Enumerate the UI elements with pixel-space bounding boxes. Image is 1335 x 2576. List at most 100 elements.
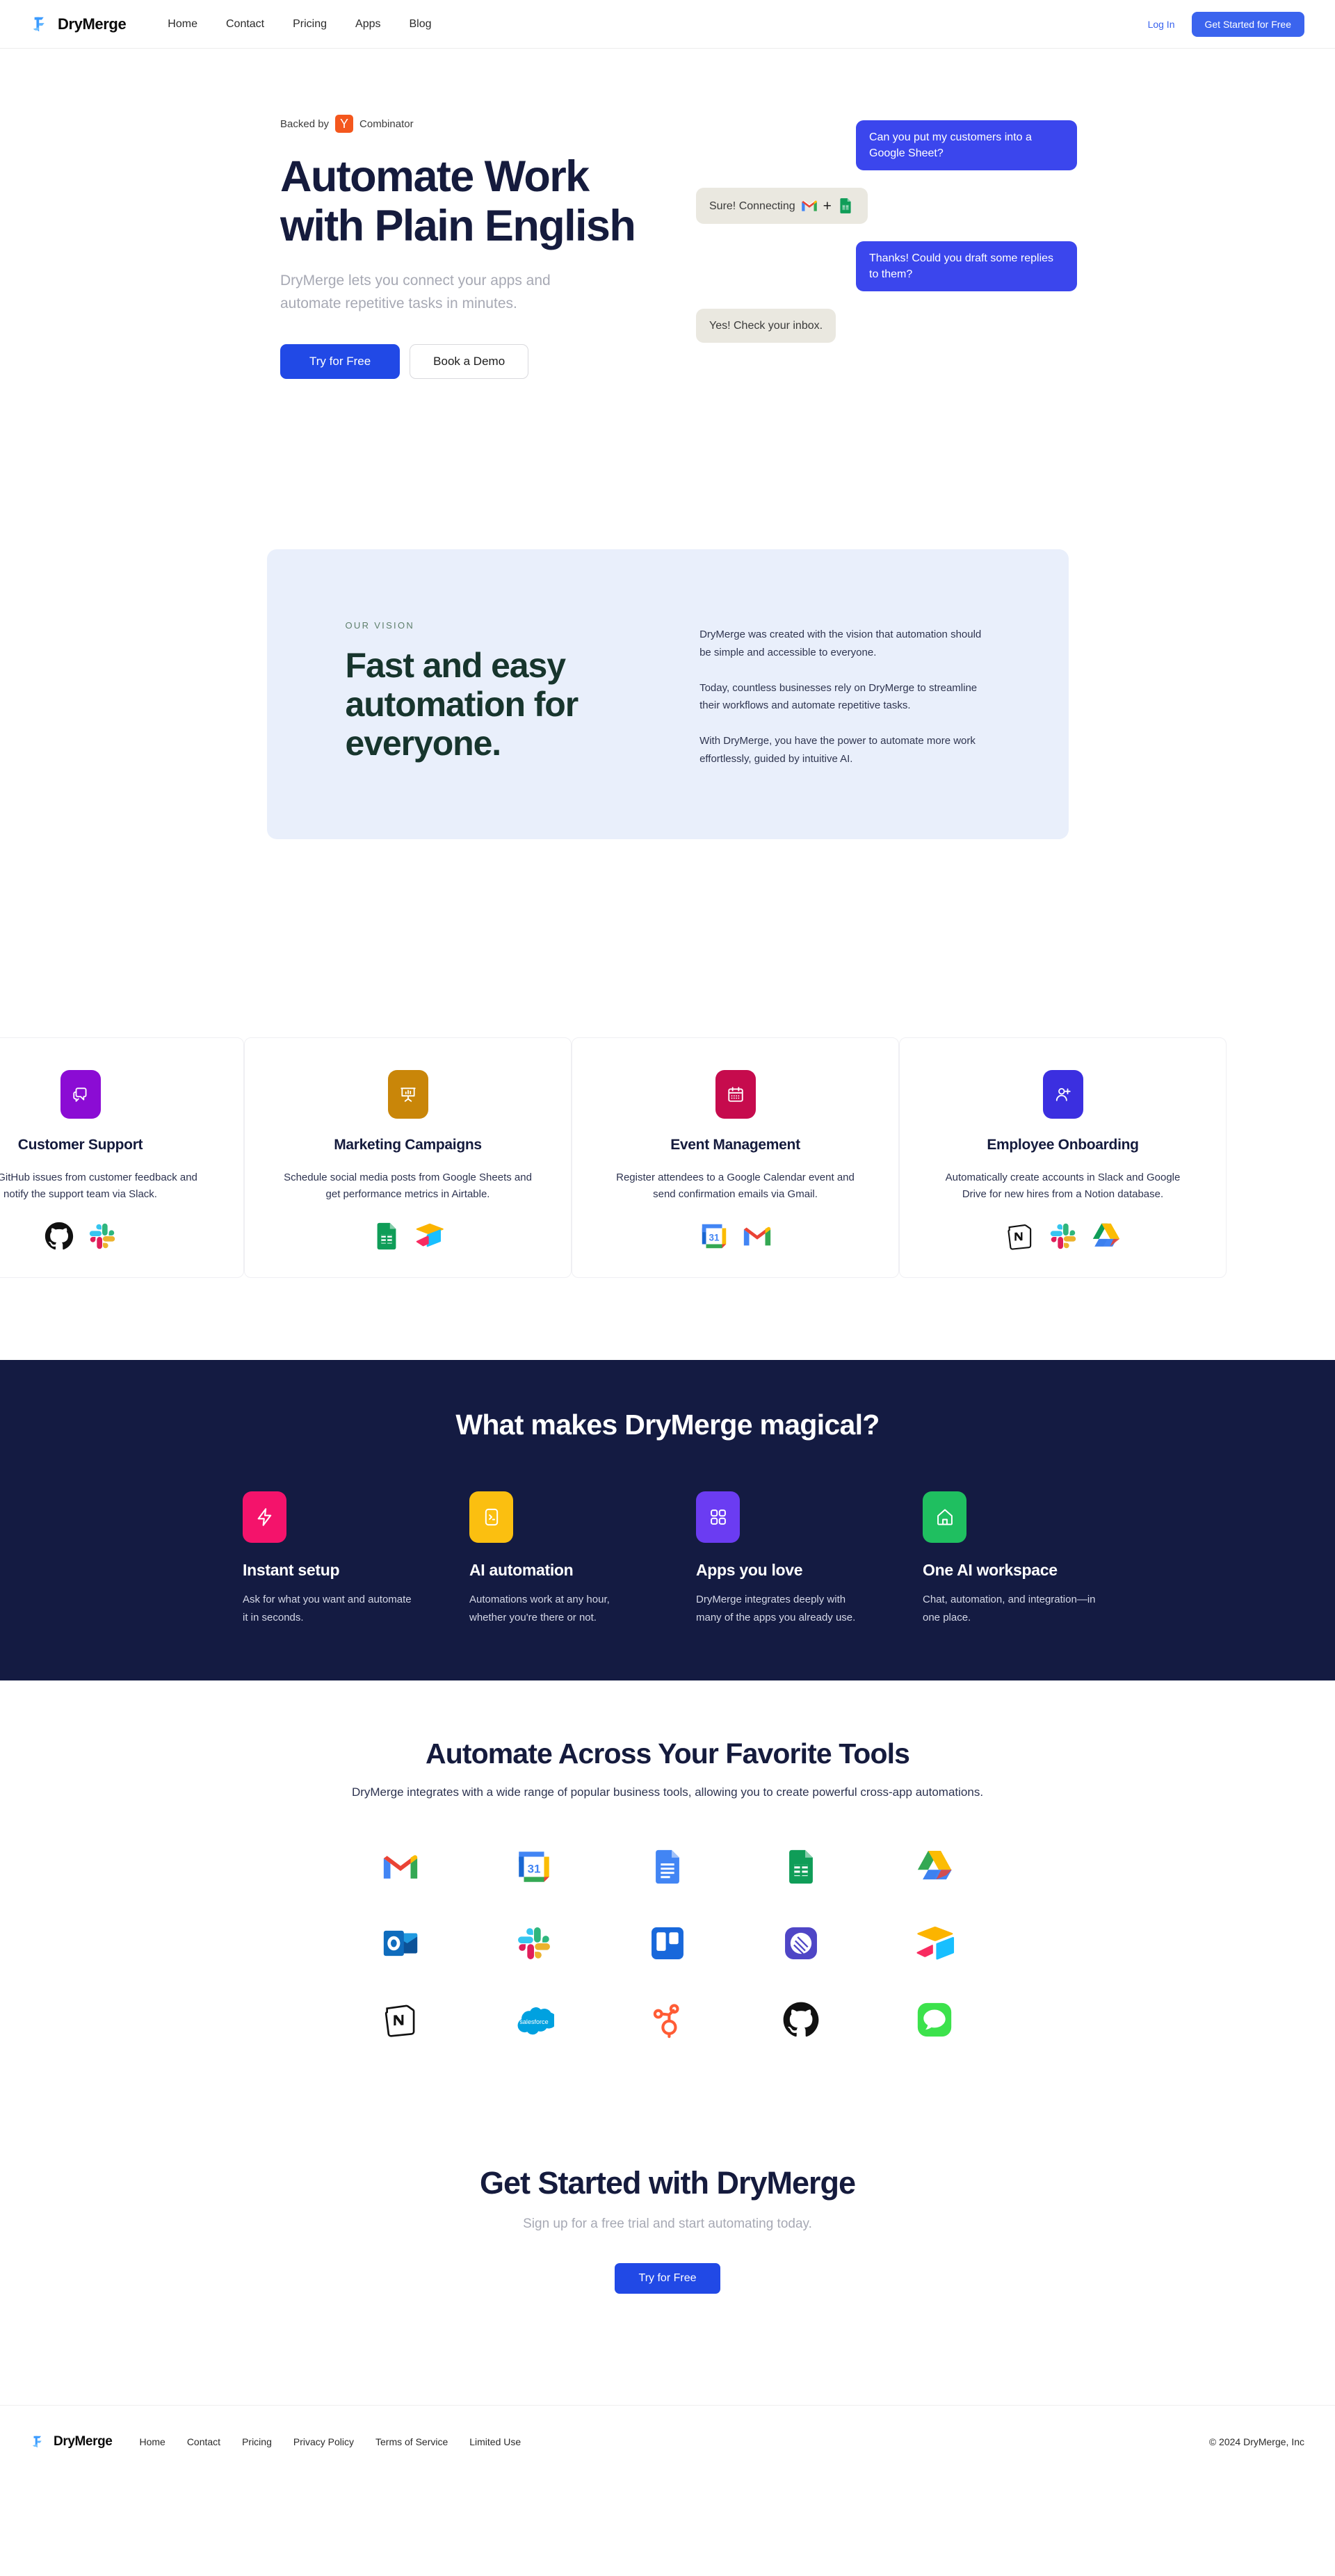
google-drive-icon [1090,1220,1122,1252]
footer-link-limited-use[interactable]: Limited Use [469,2436,521,2447]
book-a-demo-button[interactable]: Book a Demo [410,344,529,380]
google-sheets-icon [371,1220,403,1252]
hero-section: Backed by Y Combinator Automate Work wit… [0,49,1335,549]
main-nav: Home Contact Pricing Apps Blog [168,18,431,31]
site-footer: DryMerge Home Contact Pricing Privacy Po… [0,2404,1335,2479]
feature-desc: Automations work at any hour, whether yo… [469,1593,610,1623]
slack-icon[interactable] [514,1923,554,1963]
feature-name: Instant setup [243,1560,340,1579]
vision-paragraph: DryMerge was created with the vision tha… [699,629,982,658]
salesforce-icon[interactable]: salesforce [514,2000,554,2040]
footer-link-home[interactable]: Home [139,2436,165,2447]
terminal-icon [469,1491,513,1543]
features-grid: Instant setup Ask for what you want and … [212,1491,1123,1627]
gmail-icon[interactable] [380,1847,421,1887]
feature-item-apps-you-love: Apps you love DryMerge integrates deeply… [696,1491,896,1627]
use-case-logos [1004,1220,1122,1252]
google-sheets-icon[interactable] [781,1847,821,1887]
vision-paragraph: With DryMerge, you have the power to aut… [699,735,976,765]
brand-logo-link[interactable]: DryMerge [31,14,127,35]
use-case-card[interactable]: Marketing Campaigns Schedule social medi… [244,1037,572,1278]
vision-kicker: OUR VISION [345,620,415,631]
use-case-card[interactable]: Employee Onboarding Automatically create… [899,1037,1227,1278]
use-case-desc: Create GitHub issues from customer feedb… [0,1171,197,1201]
integrations-subtitle: DryMerge integrates with a wide range of… [351,1785,984,1799]
footer-link-contact[interactable]: Contact [187,2436,220,2447]
nav-item-apps[interactable]: Apps [355,18,380,31]
site-header: DryMerge Home Contact Pricing Apps Blog … [0,0,1335,49]
google-drive-icon[interactable] [914,1847,955,1887]
vision-card: OUR VISION Fast and easy automation for … [266,549,1069,839]
add-user-icon [1042,1069,1083,1119]
hero-copy: Backed by Y Combinator Automate Work wit… [280,115,670,549]
airtable-icon[interactable] [914,1923,955,1963]
github-icon[interactable] [781,2000,821,2040]
chat-bubble-text: Sure! Connecting [709,200,795,212]
use-case-card[interactable]: Event Management Register attendees to a… [572,1037,899,1278]
footer-nav: Home Contact Pricing Privacy Policy Term… [139,2436,521,2447]
use-case-title: Event Management [670,1136,800,1153]
try-for-free-button[interactable]: Try for Free [280,344,400,380]
lightning-bolt-icon [243,1491,286,1543]
feature-item-ai-automation: AI automation Automations work at any ho… [469,1491,670,1627]
slack-icon [86,1220,118,1252]
chat-bubble-assistant: Sure! Connecting + [696,188,868,225]
magical-title: What makes DryMerge magical? [455,1408,880,1441]
trello-icon[interactable] [647,1923,688,1963]
footer-link-privacy-policy[interactable]: Privacy Policy [293,2436,354,2447]
notion-icon [1004,1220,1036,1252]
use-case-card[interactable]: Customer Support Create GitHub issues fr… [0,1037,244,1278]
feature-item-instant-setup: Instant setup Ask for what you want and … [243,1491,443,1627]
svg-text:31: 31 [528,1862,541,1875]
cta-try-for-free-button[interactable]: Try for Free [614,2262,721,2294]
login-link[interactable]: Log In [1148,19,1175,30]
cta-title: Get Started with DryMerge [479,2164,856,2201]
github-icon [43,1220,75,1252]
feature-name: AI automation [469,1560,574,1579]
hero-chat-demo: Can you put my customers into a Google S… [696,115,1085,549]
use-case-logos [371,1220,446,1252]
nav-item-blog[interactable]: Blog [410,18,432,31]
nav-item-pricing[interactable]: Pricing [293,18,327,31]
linear-icon[interactable] [781,1923,821,1963]
backed-by-suffix: Combinator [359,118,414,130]
cta-subtitle: Sign up for a free trial and start autom… [523,2216,812,2231]
imessage-icon[interactable] [914,2000,955,2040]
calendar-icon [715,1069,756,1119]
cta-section: Get Started with DryMerge Sign up for a … [0,2165,1335,2294]
feature-desc: DryMerge integrates deeply with many of … [696,1593,856,1623]
home-icon [923,1491,966,1543]
ycombinator-icon: Y [335,115,354,133]
chat-row: Sure! Connecting + [696,188,1085,225]
nav-item-contact[interactable]: Contact [226,18,264,31]
nav-item-home[interactable]: Home [168,18,197,31]
use-case-logos: 31 [698,1220,773,1252]
use-case-title: Customer Support [17,1136,143,1153]
use-cases-carousel[interactable]: Customer Support Create GitHub issues fr… [0,1037,1335,1281]
hero-actions: Try for Free Book a Demo [280,344,670,380]
notion-icon[interactable] [380,2000,421,2040]
integrations-grid: 31 salesforce [334,1847,1001,2040]
header-actions: Log In Get Started for Free [1148,11,1304,37]
copyright-text: © 2024 DryMerge, Inc [1208,2436,1304,2448]
airtable-icon [414,1220,446,1252]
google-docs-icon[interactable] [647,1847,688,1887]
footer-brand-name: DryMerge [54,2434,113,2449]
feature-desc: Chat, automation, and integration—in one… [923,1593,1096,1623]
outlook-icon[interactable] [380,1923,421,1963]
get-started-button[interactable]: Get Started for Free [1191,11,1304,37]
backed-by-badge: Backed by Y Combinator [280,115,670,133]
hubspot-icon[interactable] [647,2000,688,2040]
google-calendar-icon[interactable]: 31 [514,1847,554,1887]
use-case-title: Employee Onboarding [987,1136,1139,1153]
chat-row: Can you put my customers into a Google S… [696,120,1085,171]
footer-link-pricing[interactable]: Pricing [242,2436,272,2447]
vision-title: Fast and easy automation for everyone. [345,646,579,763]
footer-brand-link[interactable]: DryMerge [31,2433,113,2450]
use-case-desc: Schedule social media posts from Google … [284,1171,532,1201]
vision-body: DryMerge was created with the vision tha… [699,620,992,768]
vision-section: OUR VISION Fast and easy automation for … [0,549,1335,839]
feature-desc: Ask for what you want and automate it in… [243,1593,412,1623]
footer-link-terms-of-service[interactable]: Terms of Service [375,2436,448,2447]
magical-section: What makes DryMerge magical? Instant set… [0,1359,1335,1681]
